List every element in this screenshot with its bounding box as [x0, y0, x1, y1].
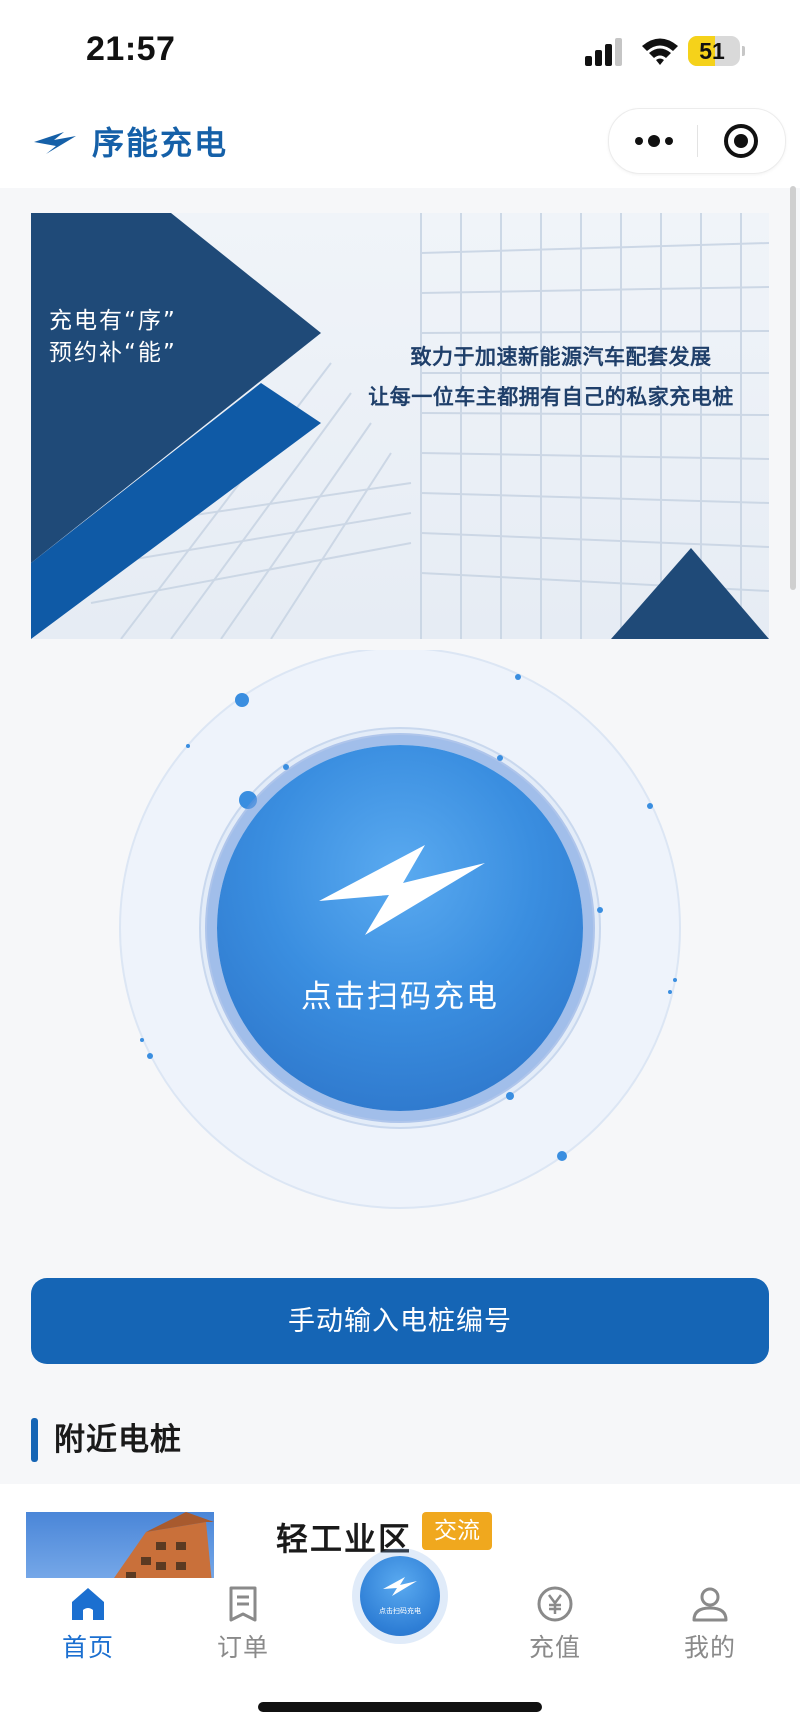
tab-home[interactable]: 首页: [33, 1584, 143, 1664]
home-icon: [72, 1588, 104, 1620]
tab-recharge-label: 充值: [528, 1633, 581, 1662]
scan-charge-button[interactable]: 点击扫码充电: [217, 745, 583, 1111]
cellular-signal-icon: [585, 38, 622, 66]
lightning-icon: [383, 1577, 417, 1596]
nearby-section-title: 附近电桩: [54, 1422, 182, 1458]
station-type-badge: 交流: [422, 1512, 492, 1550]
promo-banner[interactable]: 充电有“序” 预约补“能” 致力于加速新能源汽车配套发展 让每一位车主都拥有自己…: [31, 213, 769, 639]
banner-slogan: 充电有“序” 预约补“能”: [49, 305, 177, 369]
tab-scan-button[interactable]: 点击扫码充电: [360, 1556, 440, 1636]
nav-bar: 序能充电: [0, 100, 800, 188]
tab-home-label: 首页: [61, 1633, 114, 1662]
scan-area: 点击扫码充电: [100, 650, 700, 1210]
user-icon: [692, 1587, 728, 1622]
section-accent-bar: [31, 1418, 38, 1462]
tab-recharge[interactable]: 充值: [500, 1584, 610, 1664]
status-bar: 21:57 51: [0, 0, 800, 100]
tab-scan-label: 点击扫码充电: [379, 1607, 421, 1615]
banner-tagline-2: 让每一位车主都拥有自己的私家充电桩: [368, 385, 734, 409]
close-miniprogram-icon[interactable]: [721, 121, 761, 161]
app-title: 序能充电: [92, 124, 229, 162]
manual-input-button[interactable]: 手动输入电桩编号: [31, 1278, 769, 1364]
battery-level: 51: [699, 38, 725, 64]
station-name: 轻工业区: [276, 1520, 413, 1558]
banner-slogan-line1: 充电有“序”: [49, 308, 177, 334]
banner-tagline-1: 致力于加速新能源汽车配套发展: [410, 345, 712, 369]
banner-graphics: [31, 213, 769, 639]
banner-slogan-line2: 预约补“能”: [49, 340, 177, 366]
scan-charge-label: 点击扫码充电: [301, 979, 499, 1015]
orders-icon: [229, 1586, 257, 1622]
status-time: 21:57: [86, 30, 176, 68]
miniprogram-capsule: [608, 108, 786, 174]
tab-orders[interactable]: 订单: [188, 1584, 298, 1664]
battery-indicator: 51: [688, 36, 745, 66]
home-indicator: [258, 1702, 542, 1712]
scrollbar[interactable]: [790, 186, 796, 590]
more-icon[interactable]: [631, 131, 677, 151]
brand-logo-icon: [34, 132, 76, 154]
wifi-icon: [642, 38, 678, 65]
tab-profile[interactable]: 我的: [655, 1584, 765, 1664]
tab-orders-label: 订单: [216, 1633, 269, 1662]
yuan-icon: [537, 1586, 573, 1622]
tab-profile-label: 我的: [683, 1633, 736, 1662]
lightning-icon: [319, 845, 485, 935]
tab-bar: 首页 订单 点击扫码充电 充值 我的: [0, 1556, 800, 1731]
